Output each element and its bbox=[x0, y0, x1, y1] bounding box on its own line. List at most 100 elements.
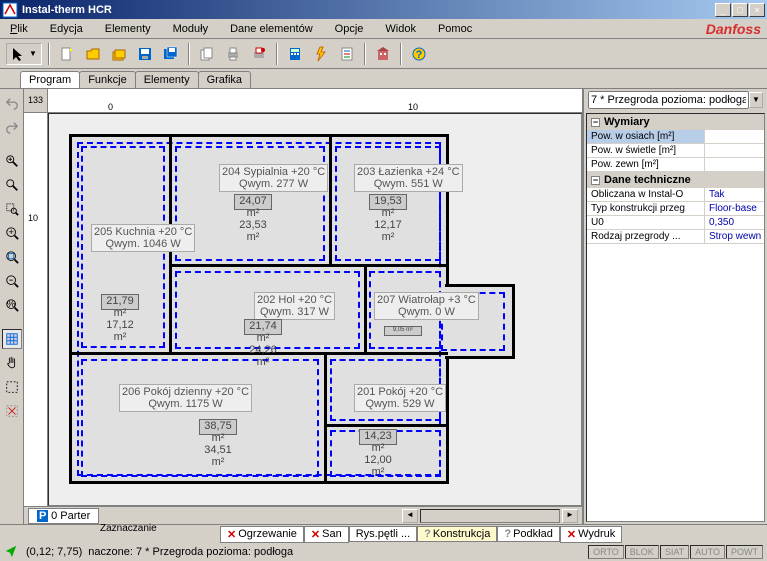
close-button[interactable]: × bbox=[749, 3, 765, 17]
scroll-left-btn[interactable]: ◄ bbox=[402, 509, 418, 523]
prop-row[interactable]: Pow. zewn [m²] bbox=[587, 158, 764, 172]
ruler-h-0: 0 bbox=[108, 102, 113, 112]
btab-ogrzewanie[interactable]: ✕Ogrzewanie bbox=[220, 526, 304, 543]
scrollbar-h[interactable] bbox=[420, 509, 560, 523]
lt-undo-icon[interactable] bbox=[2, 93, 22, 113]
tb-print-icon[interactable] bbox=[222, 43, 244, 65]
tb-open-icon[interactable] bbox=[82, 43, 104, 65]
tb-new-icon[interactable] bbox=[56, 43, 78, 65]
mode-auto[interactable]: AUTO bbox=[690, 545, 725, 559]
tb-bolt-icon[interactable] bbox=[310, 43, 332, 65]
floor-tab[interactable]: P 0 Parter bbox=[28, 508, 99, 524]
collapse-icon[interactable]: − bbox=[591, 118, 600, 127]
window-title: Instal-therm HCR bbox=[22, 4, 715, 16]
properties-panel: ▼ −Wymiary Pow. w osiach [m²] Pow. w świ… bbox=[582, 89, 767, 524]
btab-konstrukcja[interactable]: ?Konstrukcja bbox=[417, 526, 497, 542]
toolbar: ▼ ? bbox=[0, 39, 767, 69]
tb-printred-icon[interactable] bbox=[248, 43, 270, 65]
heater-5: 9,05 m² bbox=[384, 326, 422, 336]
prop-row[interactable]: Pow. w osiach [m²] bbox=[587, 130, 764, 144]
lt-select-icon[interactable] bbox=[2, 377, 22, 397]
room-label-lazienka: 203 Łazienka +24 °CQwym. 551 W bbox=[354, 164, 463, 192]
prop-row[interactable]: U00,350 bbox=[587, 216, 764, 230]
status-icon bbox=[4, 544, 20, 561]
tb-saveall-icon[interactable] bbox=[160, 43, 182, 65]
tab-funkcje[interactable]: Funkcje bbox=[79, 71, 136, 88]
tb-calc-icon[interactable] bbox=[284, 43, 306, 65]
scroll-right-btn[interactable]: ► bbox=[562, 509, 578, 523]
menu-edycja[interactable]: Edycja bbox=[46, 21, 87, 37]
app-icon bbox=[2, 2, 18, 18]
lt-zoomfit-icon[interactable] bbox=[2, 247, 22, 267]
properties-header-input[interactable] bbox=[588, 91, 749, 109]
btab-wydruk[interactable]: ✕Wydruk bbox=[560, 526, 622, 543]
maximize-button[interactable]: □ bbox=[732, 3, 748, 17]
room-label-kuchnia: 205 Kuchnia +20 °CQwym. 1046 W bbox=[91, 224, 195, 252]
room-label-pokojdzienny: 206 Pokój dzienny +20 °CQwym. 1175 W bbox=[119, 384, 252, 412]
work-area: + % 133 0 10 10 bbox=[0, 89, 767, 524]
ruler-horizontal: 133 0 10 bbox=[24, 89, 582, 113]
lt-delete-icon[interactable] bbox=[2, 401, 22, 421]
lt-zoomwin-icon[interactable] bbox=[2, 199, 22, 219]
menu-moduly[interactable]: Moduły bbox=[169, 21, 212, 37]
tb-copy-icon[interactable] bbox=[196, 43, 218, 65]
mode-label: Zaznaczanie bbox=[100, 523, 157, 534]
prop-row[interactable]: Rodzaj przegrody ...Strop wewn bbox=[587, 230, 764, 244]
lt-pan-icon[interactable] bbox=[2, 353, 22, 373]
status-bar: Zaznaczanie ✕Ogrzewanie ✕San Rys.pętli .… bbox=[0, 524, 767, 560]
drawing-canvas[interactable]: 205 Kuchnia +20 °CQwym. 1046 W 204 Sypia… bbox=[48, 113, 582, 506]
group-dane[interactable]: −Dane techniczne bbox=[587, 172, 764, 188]
canvas-bottom-bar: P 0 Parter ◄ ► bbox=[24, 506, 582, 524]
tb-building-icon[interactable] bbox=[372, 43, 394, 65]
lt-zoompct-icon[interactable]: % bbox=[2, 295, 22, 315]
mode-orto[interactable]: ORTO bbox=[588, 545, 624, 559]
properties-header-dropdown[interactable]: ▼ bbox=[749, 92, 763, 108]
btab-ryspetli[interactable]: Rys.pętli ... bbox=[349, 526, 417, 542]
prop-row[interactable]: Pow. w świetle [m²] bbox=[587, 144, 764, 158]
lt-grid-icon[interactable] bbox=[2, 329, 22, 349]
tool-cursor-dropdown[interactable]: ▼ bbox=[6, 43, 42, 65]
prop-row[interactable]: Obliczana w Instal-OTak bbox=[587, 188, 764, 202]
menu-plik[interactable]: Plik bbox=[6, 21, 32, 37]
heater-7: 14,23 m²12,00 m² bbox=[359, 429, 397, 445]
btab-podklad[interactable]: ?Podkład bbox=[497, 526, 560, 542]
collapse-icon[interactable]: − bbox=[591, 176, 600, 185]
mode-siat[interactable]: SIAT bbox=[660, 545, 689, 559]
room-label-wiatrolap: 207 Wiatrołap +3 °CQwym. 0 W bbox=[374, 292, 479, 320]
lt-zoom-icon[interactable] bbox=[2, 175, 22, 195]
status-selection: naczone: 7 * Przegroda pozioma: podłoga bbox=[88, 546, 293, 558]
minimize-button[interactable]: _ bbox=[715, 3, 731, 17]
heater-1: 21,79 m²17,12 m² bbox=[101, 294, 139, 310]
ruler-v-10: 10 bbox=[28, 213, 38, 223]
menu-bar: Plik Edycja Elementy Moduły Dane element… bbox=[0, 19, 767, 39]
menu-widok[interactable]: Widok bbox=[381, 21, 420, 37]
lt-zoomin-icon[interactable] bbox=[2, 151, 22, 171]
heater-4: 21,74 m²24,26 m² bbox=[244, 319, 282, 335]
tb-report-icon[interactable] bbox=[336, 43, 358, 65]
menu-opcje[interactable]: Opcje bbox=[331, 21, 368, 37]
group-wymiary[interactable]: −Wymiary bbox=[587, 114, 764, 130]
brand-logo: Danfoss bbox=[706, 21, 761, 37]
svg-text:?: ? bbox=[416, 49, 423, 61]
prop-row[interactable]: Typ konstrukcji przegFloor-base bbox=[587, 202, 764, 216]
tab-program[interactable]: Program bbox=[20, 71, 80, 88]
canvas-wrap: 133 0 10 10 bbox=[24, 89, 582, 524]
menu-elementy[interactable]: Elementy bbox=[101, 21, 155, 37]
menu-dane[interactable]: Dane elementów bbox=[226, 21, 317, 37]
tb-stack-icon[interactable] bbox=[108, 43, 130, 65]
tb-save-icon[interactable] bbox=[134, 43, 156, 65]
ruler-corner: 133 bbox=[24, 89, 48, 112]
svg-text:+: + bbox=[8, 227, 14, 238]
menu-pomoc[interactable]: Pomoc bbox=[434, 21, 476, 37]
room-label-sypialnia: 204 Sypialnia +20 °CQwym. 277 W bbox=[219, 164, 328, 192]
lt-redo-icon[interactable] bbox=[2, 117, 22, 137]
mode-powt[interactable]: POWT bbox=[726, 545, 763, 559]
lt-zoomplus-icon[interactable]: + bbox=[2, 223, 22, 243]
btab-san[interactable]: ✕San bbox=[304, 526, 349, 543]
lt-zoomminus-icon[interactable] bbox=[2, 271, 22, 291]
tab-grafika[interactable]: Grafika bbox=[198, 71, 251, 88]
tab-elementy[interactable]: Elementy bbox=[135, 71, 199, 88]
tb-help-icon[interactable]: ? bbox=[408, 43, 430, 65]
mode-blok[interactable]: BLOK bbox=[625, 545, 659, 559]
ruler-h-10: 10 bbox=[408, 102, 418, 112]
